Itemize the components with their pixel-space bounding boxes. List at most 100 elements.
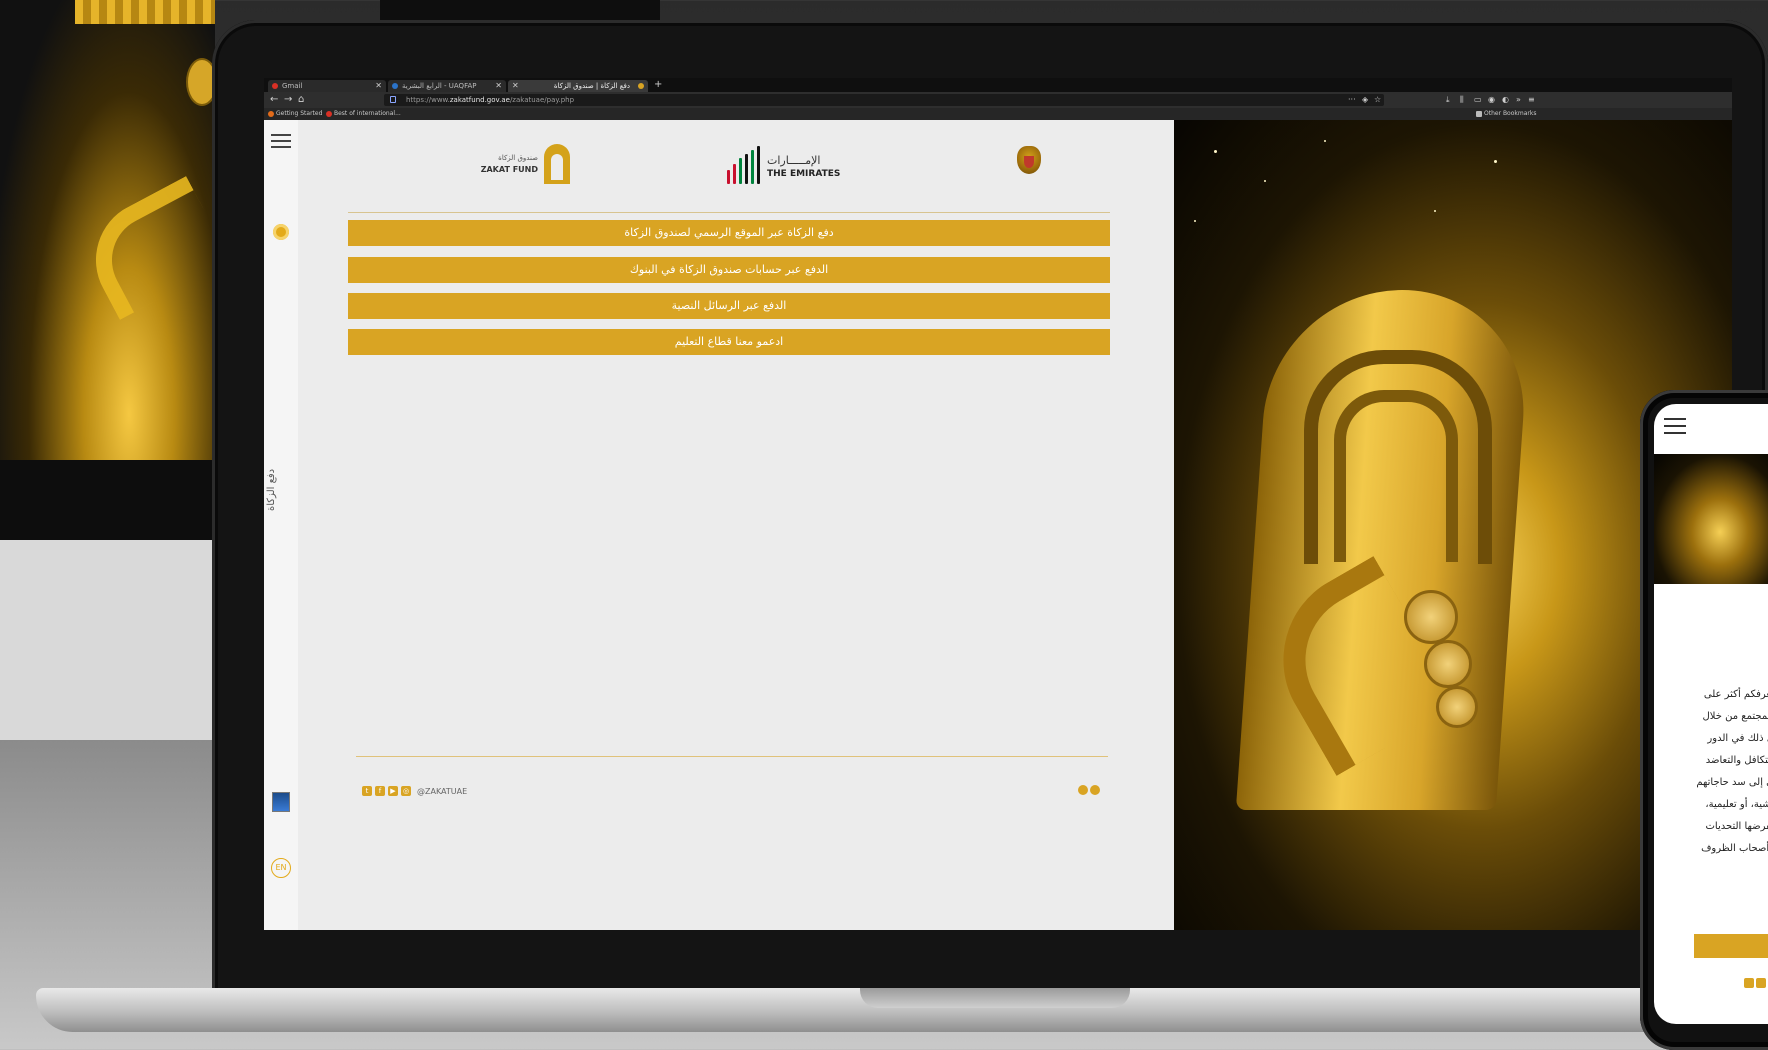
tab-label: دفع الزكاة | صندوق الزكاة <box>553 82 630 90</box>
background-stand <box>0 460 215 540</box>
poster-hand-shape <box>74 176 232 320</box>
coin-icon <box>1424 640 1472 688</box>
youtube-icon[interactable]: ▶ <box>388 786 398 796</box>
star-icon[interactable]: ☆ <box>1374 95 1381 105</box>
facebook-icon[interactable] <box>1756 978 1766 988</box>
phone-body-text: نعرفكم أكثر على للمجتمع من خلال ل ذلك في… <box>1658 684 1768 860</box>
folder-icon <box>1476 111 1482 117</box>
other-bookmarks-label: Other Bookmarks <box>1484 110 1537 117</box>
url-path: /zakatuae/pay.php <box>509 96 575 104</box>
coin-icon <box>1404 590 1458 644</box>
hamburger-menu-icon[interactable] <box>1664 418 1686 434</box>
phone-text-line: ل ذلك في الدور <box>1707 733 1768 744</box>
partner-icon[interactable] <box>1090 785 1100 795</box>
tab-zakat-pay[interactable]: دفع الزكاة | صندوق الزكاة ✕ <box>508 80 648 92</box>
other-bookmarks[interactable]: Other Bookmarks <box>1476 108 1536 120</box>
address-bar[interactable]: https://www.zakatfund.gov.ae/zakatuae/pa… <box>384 94 1384 106</box>
hamburger-menu-icon[interactable] <box>271 134 291 148</box>
footer-partner-logos <box>1078 785 1100 795</box>
emirates-logo-ar: الإمـــــارات <box>767 154 821 167</box>
laptop-screen: Gmail ✕ الرابع البشرية - UAQFAP ✕ دفع ال… <box>264 78 1732 930</box>
browser-tab-bar: Gmail ✕ الرابع البشرية - UAQFAP ✕ دفع ال… <box>264 78 1732 92</box>
laptop-notch <box>860 988 1130 1008</box>
twitter-icon[interactable] <box>1744 978 1754 988</box>
tab-uaqfap[interactable]: الرابع البشرية - UAQFAP ✕ <box>388 80 506 92</box>
sidebar-icon[interactable]: ▭ <box>1474 95 1482 105</box>
account-icon[interactable]: ◉ <box>1488 95 1495 105</box>
overflow-icon[interactable]: » <box>1516 95 1521 105</box>
bookmark-icon <box>326 111 332 117</box>
zakat-logo-en: ZAKAT FUND <box>480 165 538 174</box>
phone-action-button[interactable] <box>1694 934 1768 958</box>
shield-icon[interactable]: ◈ <box>1362 95 1368 105</box>
phone-screen: نعرفكم أكثر على للمجتمع من خلال ل ذلك في… <box>1654 404 1768 1024</box>
url-prefix: https://www. <box>406 96 450 104</box>
background-wall <box>0 540 215 740</box>
bookmark-label: Getting Started <box>276 110 323 117</box>
library-icon[interactable]: ⫼ <box>1460 95 1464 105</box>
pay-via-bank-accounts-button[interactable]: الدفع عبر حسابات صندوق الزكاة في البنوك <box>348 257 1110 283</box>
bookmark-best-of-international[interactable]: Best of international... <box>326 108 401 120</box>
close-icon[interactable]: ✕ <box>495 80 502 92</box>
facebook-icon[interactable]: f <box>375 786 385 796</box>
header-divider <box>348 212 1110 213</box>
bookmarks-bar: Getting Started Best of international...… <box>264 108 1732 120</box>
download-icon[interactable]: ⤓ <box>1446 95 1450 105</box>
social-handle[interactable]: @ZAKATUAE <box>417 787 467 796</box>
poster-ornament <box>75 0 215 24</box>
tab-label: الرابع البشرية - UAQFAP <box>402 82 477 90</box>
phone-text-line: للمجتمع من خلال <box>1702 711 1768 722</box>
support-education-button[interactable]: ادعمو معنا قطاع التعليم <box>348 329 1110 355</box>
phone-device: نعرفكم أكثر على للمجتمع من خلال ل ذلك في… <box>1640 390 1768 1050</box>
pay-via-website-button[interactable]: دفع الزكاة عبر الموقع الرسمي لصندوق الزك… <box>348 220 1110 246</box>
phone-text-line: التكافل والتعاضد <box>1705 755 1768 766</box>
zakat-logo-ar: صندوق الزكاة <box>498 154 538 162</box>
menu-icon[interactable]: ≡ <box>1528 95 1535 105</box>
flag-icon[interactable] <box>272 792 290 812</box>
more-icon[interactable]: ··· <box>1348 95 1356 105</box>
phone-text-line: نعرفكم أكثر على <box>1703 689 1768 700</box>
main-content: صندوق الزكاة ZAKAT FUND الإمـــــارات TH… <box>298 120 1174 930</box>
site-favicon-icon <box>392 83 398 89</box>
pay-via-sms-button[interactable]: الدفع عبر الرسائل النصية <box>348 293 1110 319</box>
new-tab-icon[interactable]: + <box>654 79 662 90</box>
lock-icon <box>390 96 396 103</box>
the-emirates-logo[interactable]: الإمـــــارات THE EMIRATES <box>723 146 843 190</box>
gmail-favicon-icon <box>272 83 278 89</box>
zakat-favicon-icon <box>638 83 644 89</box>
home-icon[interactable]: ⌂ <box>298 94 304 106</box>
phone-text-line: ى إلى سد حاجاتهم <box>1696 777 1768 788</box>
phone-text-line: يشية، أو تعليمية، <box>1705 799 1768 810</box>
left-rail: دفع الزكاة EN <box>264 120 299 930</box>
phone-hero-image <box>1654 454 1768 584</box>
partner-icon[interactable] <box>1078 785 1088 795</box>
web-page: دفع الزكاة EN صندوق الزكاة ZAKAT FUND ال… <box>264 120 1732 930</box>
uae-emblem-logo[interactable] <box>1016 146 1042 186</box>
tab-label: Gmail <box>282 82 303 90</box>
emirates-logo-en: THE EMIRATES <box>767 169 841 179</box>
url-domain: zakatfund.gov.ae <box>449 96 510 104</box>
bookmark-label: Best of international... <box>334 110 401 117</box>
phone-social <box>1744 978 1766 988</box>
zakat-badge-icon[interactable] <box>273 224 289 240</box>
firefox-icon <box>268 111 274 117</box>
extension-icon[interactable]: ◐ <box>1502 95 1509 105</box>
browser-toolbar: ← → ⌂ https://www.zakatfund.gov.ae/zakat… <box>264 92 1732 108</box>
close-icon[interactable]: ✕ <box>375 80 382 92</box>
phone-text-line: تفرضها التحديات <box>1705 821 1768 832</box>
footer-divider <box>356 756 1108 757</box>
background-shelf <box>380 0 660 20</box>
tab-gmail[interactable]: Gmail ✕ <box>268 80 386 92</box>
footer-social: t f ▶ ◎ @ZAKATUAE <box>362 784 467 798</box>
language-toggle[interactable]: EN <box>271 858 291 878</box>
forward-arrow-icon[interactable]: → <box>284 94 292 106</box>
twitter-icon[interactable]: t <box>362 786 372 796</box>
zakat-fund-logo[interactable]: صندوق الزكاة ZAKAT FUND <box>481 142 570 188</box>
phone-text-line: وأصحاب الظروف <box>1701 843 1768 854</box>
coin-icon <box>1436 686 1478 728</box>
bookmark-getting-started[interactable]: Getting Started <box>268 108 322 120</box>
close-icon[interactable]: ✕ <box>512 80 519 92</box>
instagram-icon[interactable]: ◎ <box>401 786 411 796</box>
background-poster <box>0 0 232 460</box>
back-arrow-icon[interactable]: ← <box>270 94 278 106</box>
